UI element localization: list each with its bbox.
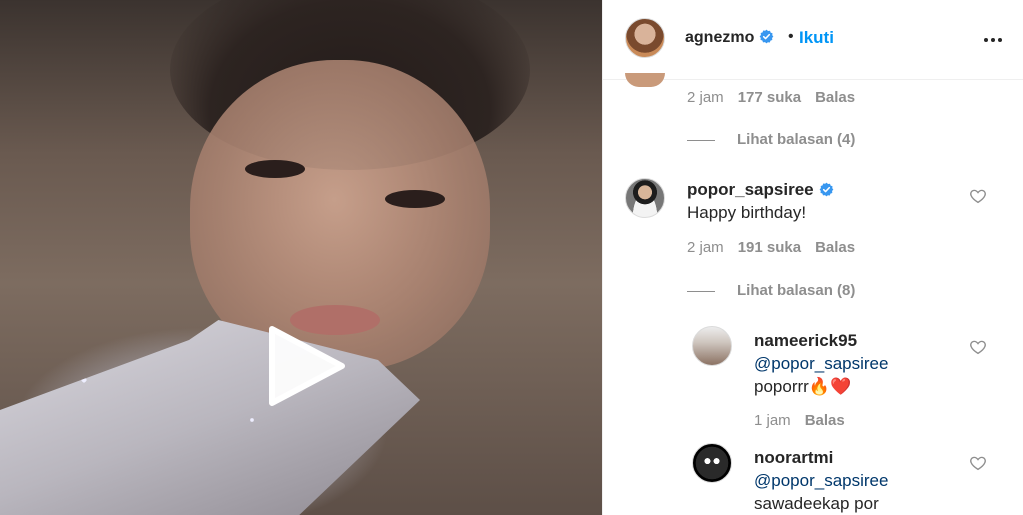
reply-time[interactable]: 1 jam bbox=[754, 412, 791, 429]
reply-text: sawadeekap por bbox=[754, 494, 879, 513]
view-replies-label: Lihat balasan (8) bbox=[737, 282, 856, 299]
comment-text: Happy birthday! bbox=[687, 203, 807, 222]
comment-likes[interactable]: 191 suka bbox=[738, 239, 801, 256]
view-replies-line bbox=[687, 139, 715, 141]
reply-meta: 1 jam Balas bbox=[754, 412, 859, 429]
play-icon[interactable] bbox=[266, 325, 348, 407]
view-replies-label: Lihat balasan (4) bbox=[737, 131, 856, 148]
video-frame-eye-right bbox=[385, 190, 445, 208]
reply-button[interactable]: Balas bbox=[815, 89, 855, 106]
comment-body: popor_sapsiree Happy birthday! bbox=[687, 178, 887, 224]
comment-meta: 2 jam 191 suka Balas bbox=[687, 239, 869, 256]
post-video[interactable] bbox=[0, 0, 602, 515]
reply-avatar[interactable] bbox=[692, 326, 732, 366]
commenter-avatar[interactable] bbox=[625, 178, 665, 218]
follow-button[interactable]: Ikuti bbox=[799, 28, 834, 48]
post-header: agnezmo • Ikuti bbox=[603, 0, 1023, 80]
comment-time[interactable]: 2 jam bbox=[687, 89, 724, 106]
more-options-icon[interactable] bbox=[981, 28, 1005, 52]
author-username-row: agnezmo bbox=[685, 29, 774, 47]
reply-mention[interactable]: @popor_sapsiree bbox=[754, 469, 954, 492]
reply-username[interactable]: noorartmi bbox=[754, 446, 954, 469]
reply-body: noorartmi @popor_sapsiree sawadeekap por bbox=[754, 446, 954, 515]
verified-badge-icon bbox=[819, 182, 833, 197]
post-side-panel: agnezmo • Ikuti 2 jam 177 suka Balas Lihat… bbox=[602, 0, 1023, 515]
reply-mention[interactable]: @popor_sapsiree bbox=[754, 352, 954, 375]
view-replies-line bbox=[687, 290, 715, 292]
previous-comment-avatar[interactable] bbox=[625, 73, 665, 87]
reply-body: nameerick95 @popor_sapsiree poporrr🔥❤️ bbox=[754, 329, 954, 398]
reply-button[interactable]: Balas bbox=[805, 412, 845, 429]
comment-likes[interactable]: 177 suka bbox=[738, 89, 801, 106]
video-frame-eye-left bbox=[245, 160, 305, 178]
verified-badge-icon bbox=[759, 29, 774, 44]
reply-username[interactable]: nameerick95 bbox=[754, 329, 954, 352]
author-username[interactable]: agnezmo bbox=[685, 29, 754, 46]
comment-meta: 2 jam 177 suka Balas bbox=[687, 89, 869, 106]
reply-button[interactable]: Balas bbox=[815, 239, 855, 256]
header-separator: • bbox=[788, 28, 794, 45]
reply-text: poporrr🔥❤️ bbox=[754, 377, 852, 396]
view-replies-button[interactable]: Lihat balasan (8) bbox=[687, 282, 855, 299]
heart-icon[interactable] bbox=[969, 338, 987, 356]
view-replies-button[interactable]: Lihat balasan (4) bbox=[687, 131, 855, 148]
comment-username[interactable]: popor_sapsiree bbox=[687, 180, 814, 199]
comment-time[interactable]: 2 jam bbox=[687, 239, 724, 256]
reply-avatar[interactable] bbox=[692, 443, 732, 483]
heart-icon[interactable] bbox=[969, 187, 987, 205]
author-avatar[interactable] bbox=[625, 18, 665, 58]
heart-icon[interactable] bbox=[969, 454, 987, 472]
